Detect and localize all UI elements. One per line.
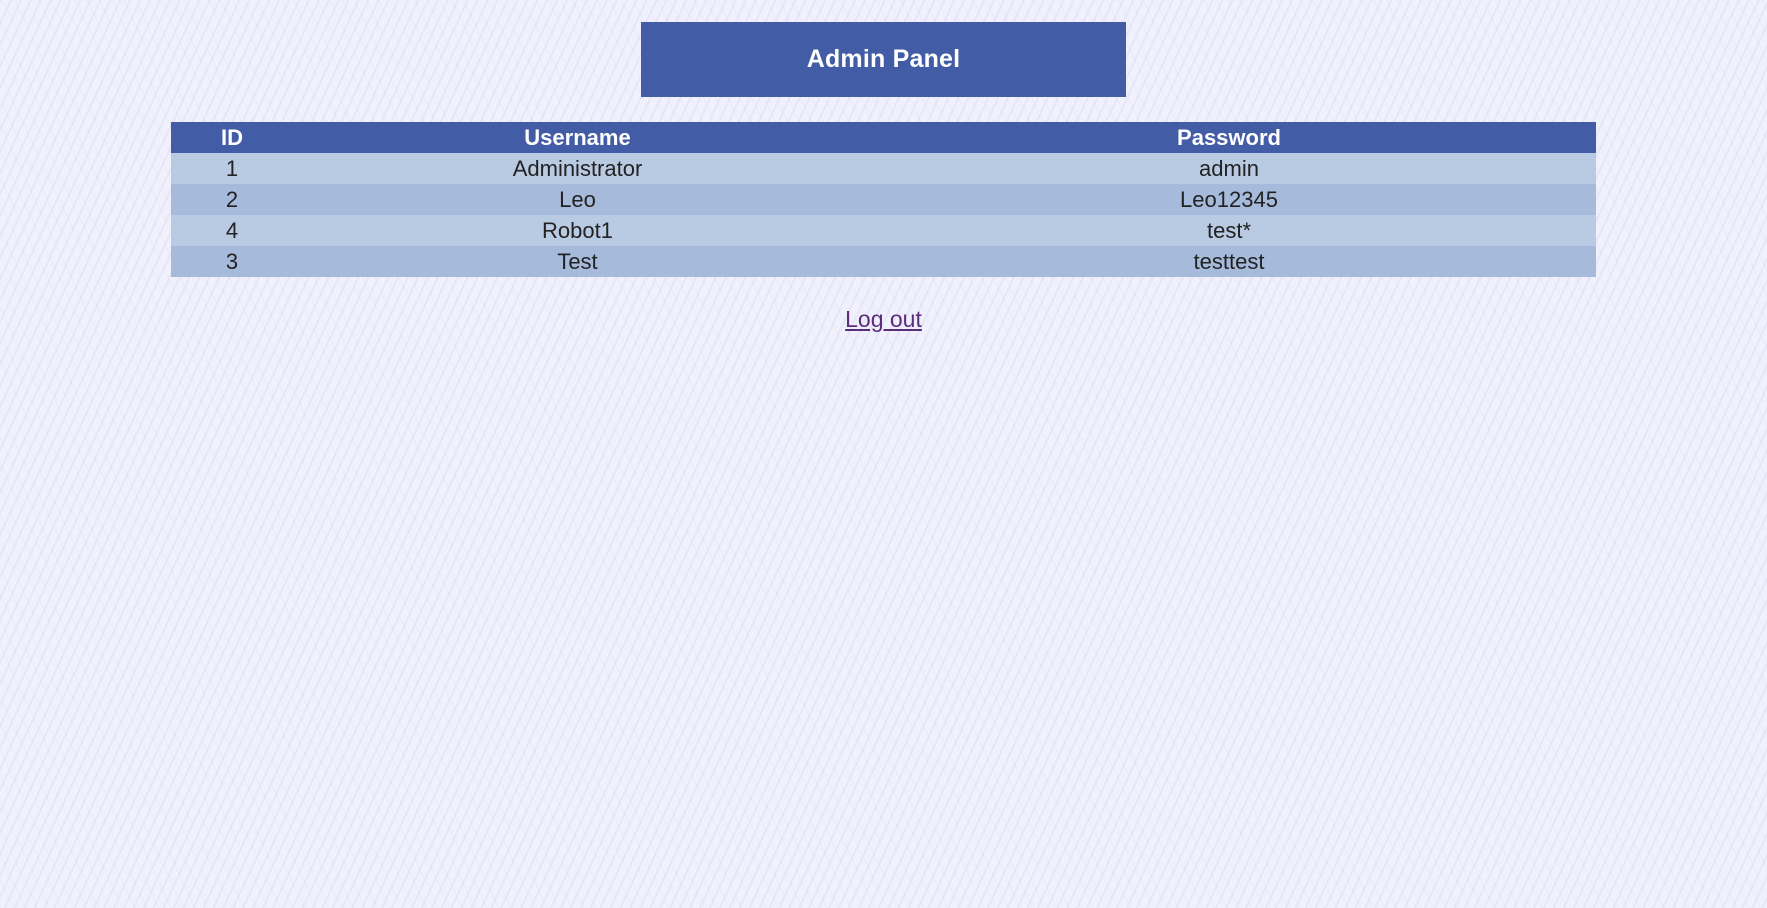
table-row: 1 Administrator admin bbox=[171, 153, 1596, 184]
logout-container: Log out bbox=[0, 306, 1767, 333]
cell-password: test* bbox=[862, 215, 1596, 246]
cell-username: Robot1 bbox=[293, 215, 862, 246]
cell-password: testtest bbox=[862, 246, 1596, 277]
cell-id: 4 bbox=[171, 215, 293, 246]
column-header-id: ID bbox=[171, 122, 293, 153]
cell-username: Test bbox=[293, 246, 862, 277]
page-title: Admin Panel bbox=[806, 45, 961, 73]
logout-link[interactable]: Log out bbox=[845, 306, 922, 332]
users-table: ID Username Password 1 Administrator adm… bbox=[171, 122, 1596, 277]
table-row: 2 Leo Leo12345 bbox=[171, 184, 1596, 215]
cell-password: Leo12345 bbox=[862, 184, 1596, 215]
cell-username: Leo bbox=[293, 184, 862, 215]
cell-id: 3 bbox=[171, 246, 293, 277]
table-header-row: ID Username Password bbox=[171, 122, 1596, 153]
cell-id: 2 bbox=[171, 184, 293, 215]
column-header-username: Username bbox=[293, 122, 862, 153]
cell-id: 1 bbox=[171, 153, 293, 184]
cell-username: Administrator bbox=[293, 153, 862, 184]
cell-password: admin bbox=[862, 153, 1596, 184]
admin-panel-header: Admin Panel bbox=[641, 22, 1126, 97]
column-header-password: Password bbox=[862, 122, 1596, 153]
table-row: 3 Test testtest bbox=[171, 246, 1596, 277]
table-row: 4 Robot1 test* bbox=[171, 215, 1596, 246]
